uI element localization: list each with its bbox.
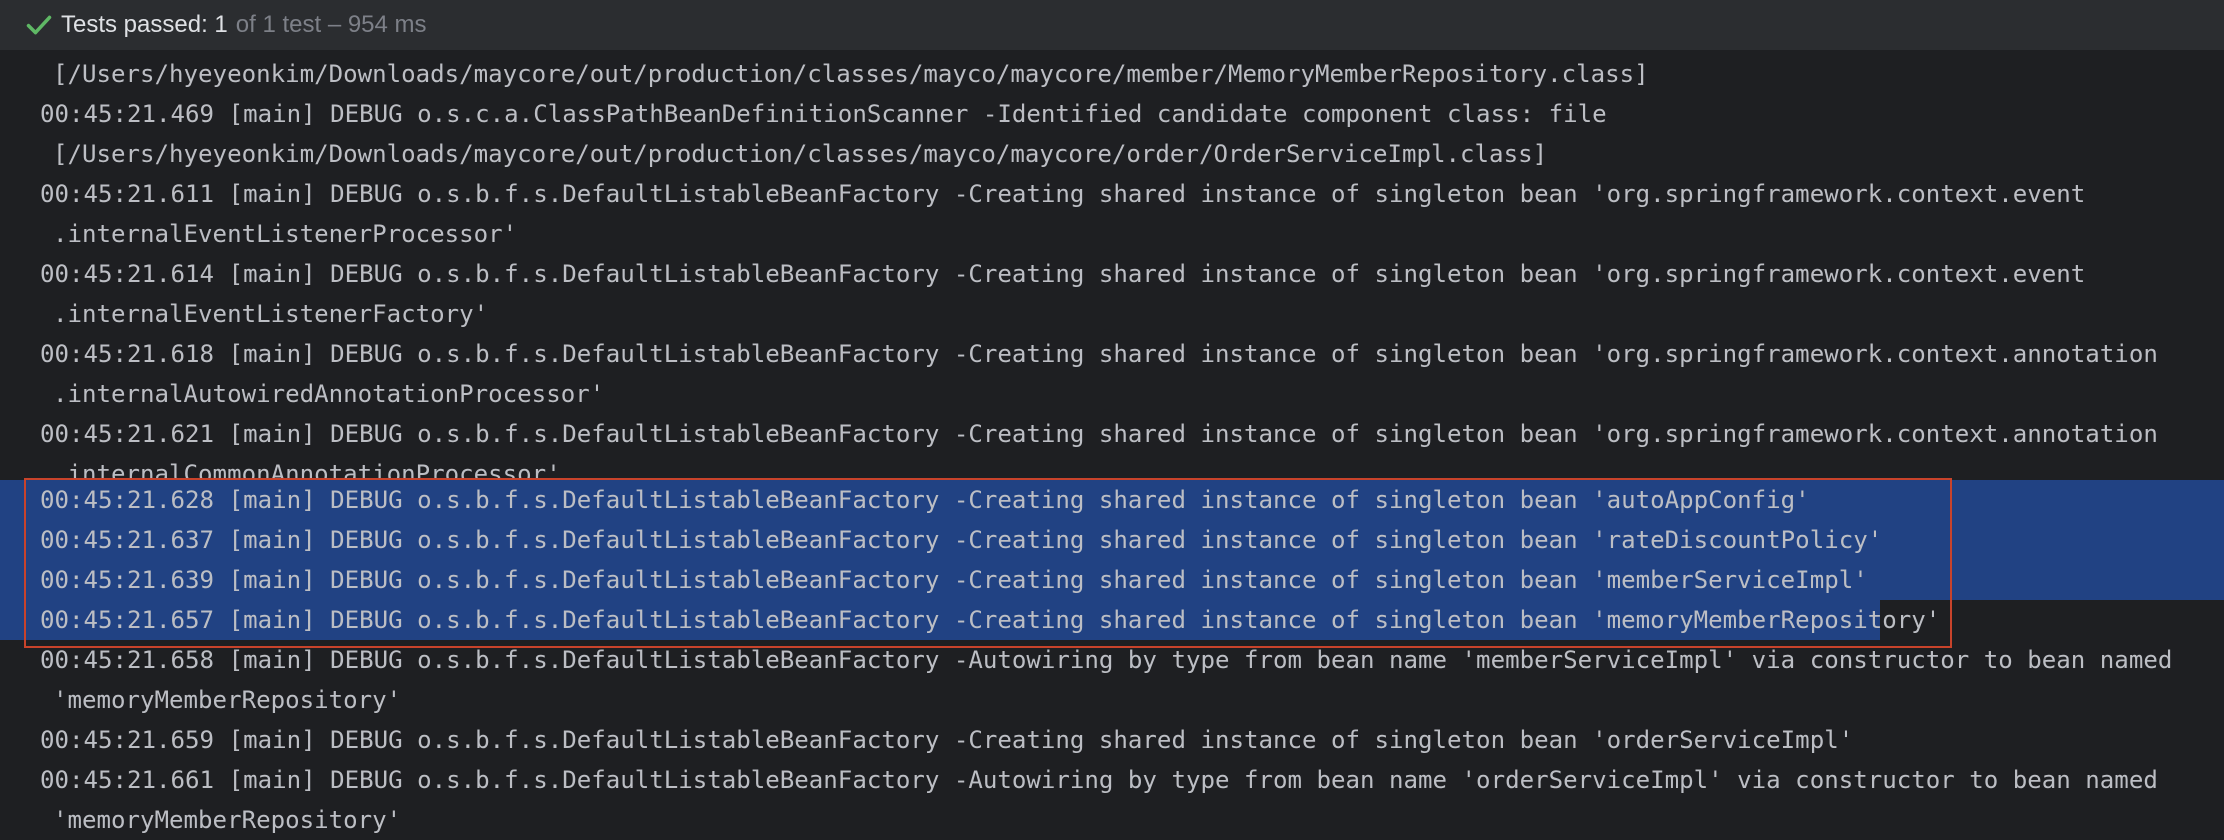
log-line: 00:45:21.618 [main] DEBUG o.s.b.f.s.Defa… <box>40 340 2158 368</box>
log-line-selected: 00:45:21.628 [main] DEBUG o.s.b.f.s.Defa… <box>0 480 2224 520</box>
log-line: 00:45:21.621 [main] DEBUG o.s.b.f.s.Defa… <box>40 420 2158 448</box>
log-line-selected: 00:45:21.637 [main] DEBUG o.s.b.f.s.Defa… <box>0 520 2224 560</box>
log-line: 00:45:21.658 [main] DEBUG o.s.b.f.s.Defa… <box>40 646 2173 674</box>
tests-detail-label: of 1 test – 954 ms <box>235 11 427 38</box>
log-line-selected: 00:45:21.657 [main] DEBUG o.s.b.f.s.Defa… <box>0 600 2224 640</box>
log-line: 'memoryMemberRepository' <box>53 806 402 834</box>
log-line: 00:45:21.659 [main] DEBUG o.s.b.f.s.Defa… <box>40 726 1854 754</box>
log-line: 00:45:21.469 [main] DEBUG o.s.c.a.ClassP… <box>40 100 1607 128</box>
log-line: [/Users/hyeyeonkim/Downloads/maycore/out… <box>53 60 1649 88</box>
check-icon <box>26 15 52 35</box>
log-line: 00:45:21.661 [main] DEBUG o.s.b.f.s.Defa… <box>40 766 2158 794</box>
log-line: 00:45:21.614 [main] DEBUG o.s.b.f.s.Defa… <box>40 260 2086 288</box>
console-output[interactable]: [/Users/hyeyeonkim/Downloads/maycore/out… <box>0 50 2224 834</box>
test-status-bar: Tests passed: 1 of 1 test – 954 ms <box>0 0 2224 50</box>
log-line-selected: 00:45:21.639 [main] DEBUG o.s.b.f.s.Defa… <box>0 560 2224 600</box>
log-line: .internalEventListenerProcessor' <box>53 220 518 248</box>
log-line: 00:45:21.611 [main] DEBUG o.s.b.f.s.Defa… <box>40 180 2086 208</box>
log-line: 'memoryMemberRepository' <box>53 686 402 714</box>
log-line: .internalAutowiredAnnotationProcessor' <box>53 380 605 408</box>
log-line: .internalEventListenerFactory' <box>53 300 489 328</box>
log-line: [/Users/hyeyeonkim/Downloads/maycore/out… <box>53 140 1548 168</box>
tests-passed-label: Tests passed: 1 <box>61 11 228 38</box>
